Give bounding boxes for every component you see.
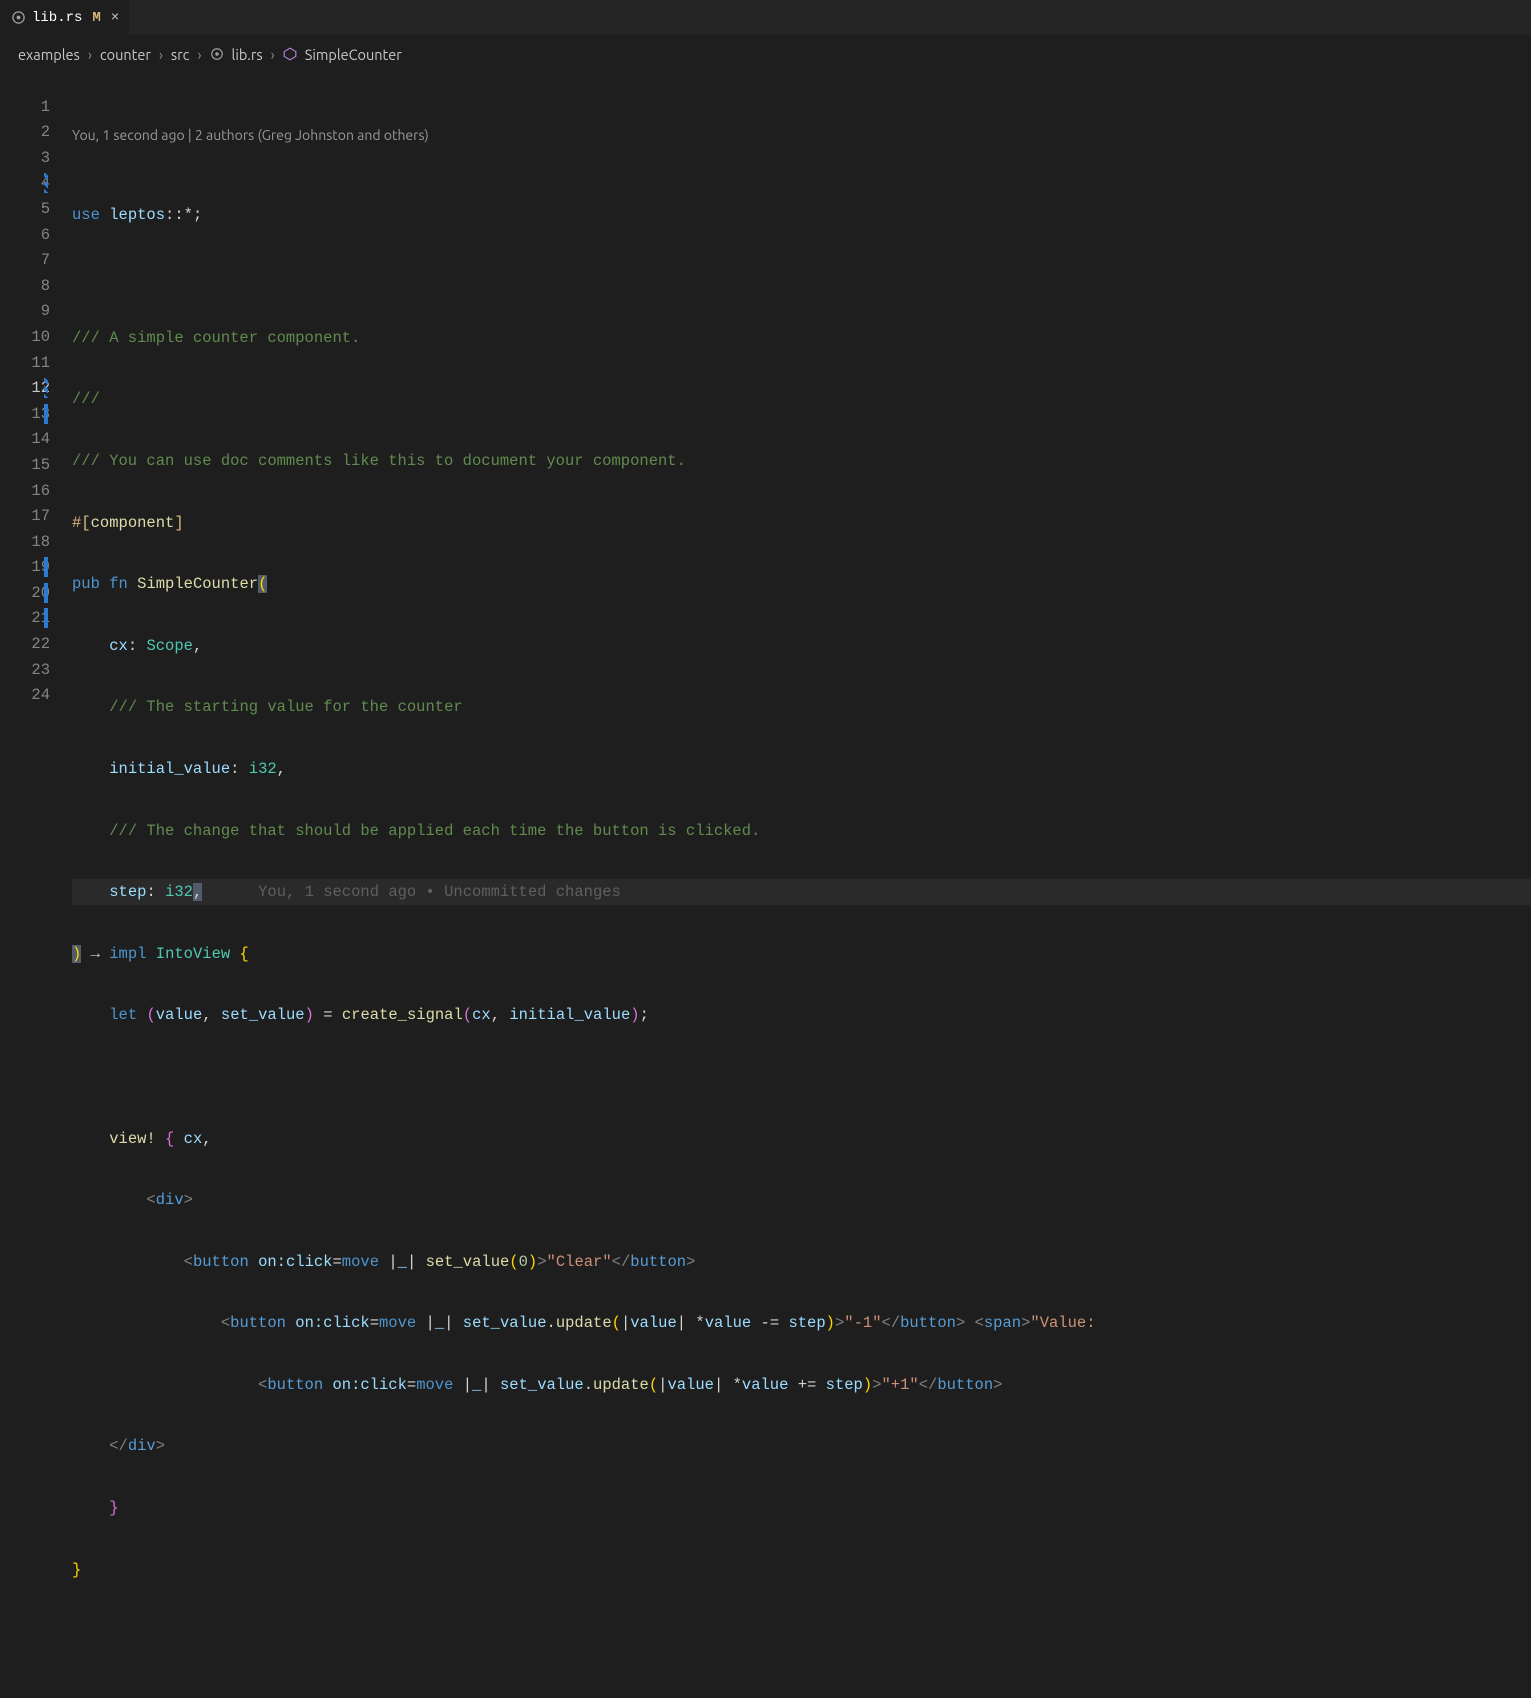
- chevron-right-icon: ›: [197, 46, 201, 63]
- code-line: #[component]: [72, 510, 1531, 536]
- code-line: [72, 1618, 1531, 1644]
- crumb-src[interactable]: src: [171, 46, 190, 63]
- code-line: </div>: [72, 1433, 1531, 1459]
- chevron-right-icon: ›: [88, 46, 92, 63]
- code-line: /// The starting value for the counter: [72, 694, 1531, 720]
- breadcrumb[interactable]: examples › counter › src › lib.rs › Simp…: [0, 36, 1531, 64]
- code-line: <div>: [72, 1187, 1531, 1213]
- codelens[interactable]: You, 1 second ago | 2 authors (Greg John…: [72, 122, 1531, 148]
- code-line: }: [72, 1557, 1531, 1583]
- tab-modified-indicator: M: [92, 10, 100, 26]
- code-line: cx: Scope,: [72, 633, 1531, 659]
- code-line: <button on:click=move |_| set_value.upda…: [72, 1372, 1531, 1398]
- code-editor[interactable]: 123456789101112131415161718192021222324 …: [0, 64, 1531, 984]
- code-line: ///: [72, 386, 1531, 412]
- code-line: initial_value: i32,: [72, 756, 1531, 782]
- tab-filename: lib.rs: [32, 10, 82, 26]
- code-line: }: [72, 1495, 1531, 1521]
- chevron-right-icon: ›: [159, 46, 163, 63]
- crumb-file[interactable]: lib.rs: [232, 46, 263, 63]
- chevron-right-icon: ›: [271, 46, 275, 63]
- tab-bar: lib.rs M ×: [0, 0, 1531, 36]
- code-line: <button on:click=move |_| set_value(0)>"…: [72, 1249, 1531, 1275]
- line-number-gutter: 123456789101112131415161718192021222324: [0, 68, 72, 984]
- code-line: [72, 1064, 1531, 1090]
- code-line: ) → impl IntoView {: [72, 941, 1531, 967]
- rust-file-icon: [10, 10, 26, 26]
- code-line: /// You can use doc comments like this t…: [72, 448, 1531, 474]
- editor-tab[interactable]: lib.rs M ×: [0, 0, 130, 35]
- tab-close-icon[interactable]: ×: [111, 10, 119, 26]
- code-line: use leptos::*;: [72, 202, 1531, 228]
- rust-file-icon: [210, 47, 224, 61]
- code-line: <button on:click=move |_| set_value.upda…: [72, 1310, 1531, 1336]
- symbol-struct-icon: [283, 47, 297, 61]
- crumb-examples[interactable]: examples: [18, 46, 80, 63]
- code-line: /// A simple counter component.: [72, 325, 1531, 351]
- code-line: [72, 263, 1531, 289]
- code-line: view! { cx,: [72, 1126, 1531, 1152]
- code-line: pub fn SimpleCounter(: [72, 571, 1531, 597]
- crumb-counter[interactable]: counter: [100, 46, 151, 63]
- code-line-current: step: i32, You, 1 second ago • Uncommitt…: [72, 879, 1531, 905]
- code-line: /// The change that should be applied ea…: [72, 818, 1531, 844]
- code-line: let (value, set_value) = create_signal(c…: [72, 1002, 1531, 1028]
- code-content[interactable]: You, 1 second ago | 2 authors (Greg John…: [72, 68, 1531, 984]
- crumb-symbol[interactable]: SimpleCounter: [305, 46, 402, 63]
- git-blame-annotation: You, 1 second ago • Uncommitted changes: [258, 883, 621, 901]
